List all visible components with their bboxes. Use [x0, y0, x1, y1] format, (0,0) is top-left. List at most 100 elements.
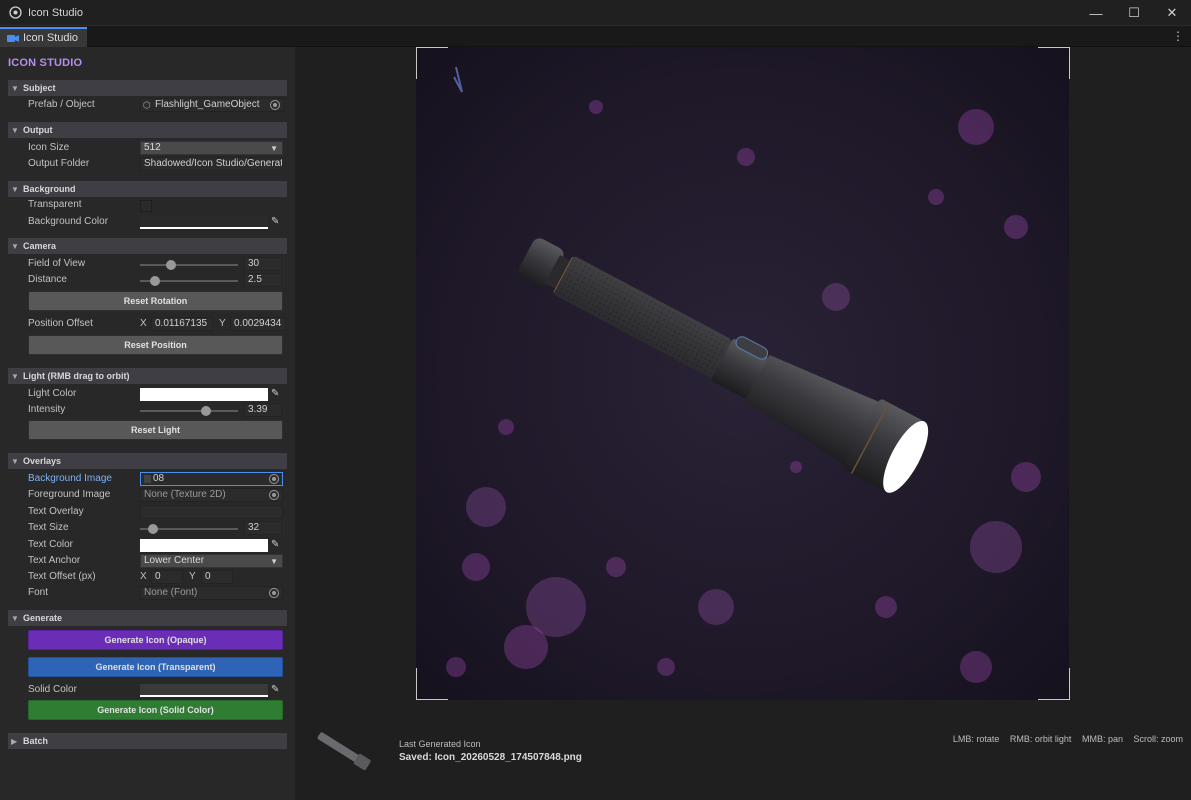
minimize-button[interactable]: —	[1077, 0, 1115, 26]
text-color-label: Text Color	[28, 539, 74, 550]
text-anchor-label: Text Anchor	[28, 555, 81, 566]
text-overlay-label: Text Overlay	[28, 506, 84, 517]
distance-label: Distance	[28, 274, 67, 285]
distance-slider[interactable]	[140, 276, 238, 286]
solid-color-label: Solid Color	[28, 684, 77, 695]
section-generate[interactable]: ▼ Generate	[8, 610, 287, 626]
panel-title: ICON STUDIO	[8, 57, 83, 69]
text-offset-label: Text Offset (px)	[28, 571, 96, 582]
text-overlay-field[interactable]	[140, 505, 283, 519]
generate-opaque-button[interactable]: Generate Icon (Opaque)	[28, 630, 283, 650]
crop-corner-top-right	[1038, 47, 1070, 79]
section-background[interactable]: ▼ Background	[8, 181, 287, 197]
output-folder-row: Output Folder Shadowed/Icon Studio/Gener…	[28, 157, 286, 173]
flashlight-preview-image	[416, 47, 1069, 700]
offset-x-label: X	[140, 318, 147, 329]
intensity-label: Intensity	[28, 404, 66, 415]
text-offset-x-field[interactable]: 0	[151, 570, 183, 584]
solid-color-row: Solid Color ✎	[28, 683, 286, 699]
object-picker-icon[interactable]	[269, 588, 279, 598]
offset-y-label: Y	[219, 318, 226, 329]
icon-size-dropdown[interactable]: 512 ▼	[140, 141, 283, 155]
object-picker-icon[interactable]	[269, 474, 279, 484]
section-batch-label: Batch	[23, 736, 49, 746]
eyedropper-icon[interactable]: ✎	[271, 216, 283, 228]
foldout-open-icon: ▼	[11, 371, 19, 381]
generate-solid-button[interactable]: Generate Icon (Solid Color)	[28, 700, 283, 720]
text-color-row: Text Color ✎	[28, 538, 286, 554]
reset-position-button[interactable]: Reset Position	[28, 335, 283, 355]
window-title: Icon Studio	[28, 6, 84, 19]
close-button[interactable]: ✕	[1153, 0, 1191, 26]
reset-rotation-button[interactable]: Reset Rotation	[28, 291, 283, 311]
section-batch[interactable]: ▶ Batch	[8, 733, 287, 749]
tab-icon-studio[interactable]: Icon Studio	[0, 27, 87, 47]
text-anchor-dropdown[interactable]: Lower Center ▼	[140, 554, 283, 568]
offset-x-field[interactable]: 0.01167135	[151, 317, 213, 331]
background-image-field[interactable]: 08	[140, 472, 283, 486]
background-image-value: 08	[153, 473, 165, 484]
fov-slider-knob[interactable]	[166, 260, 176, 270]
fov-value-field[interactable]: 30	[244, 257, 282, 271]
intensity-slider-knob[interactable]	[201, 406, 211, 416]
light-color-row: Light Color ✎	[28, 387, 286, 403]
foldout-open-icon: ▼	[11, 456, 19, 466]
foreground-image-field[interactable]: None (Texture 2D)	[140, 488, 283, 502]
section-light[interactable]: ▼ Light (RMB drag to orbit)	[8, 368, 287, 384]
background-color-swatch[interactable]	[140, 216, 268, 229]
text-size-slider-knob[interactable]	[148, 524, 158, 534]
position-offset-label: Position Offset	[28, 318, 93, 329]
foldout-open-icon: ▼	[11, 184, 19, 194]
generate-transparent-button[interactable]: Generate Icon (Transparent)	[28, 657, 283, 677]
section-camera[interactable]: ▼ Camera	[8, 238, 287, 254]
foldout-open-icon: ▼	[11, 125, 19, 135]
text-offset-y-field[interactable]: 0	[201, 570, 233, 584]
app-icon	[8, 6, 22, 20]
distance-value-field[interactable]: 2.5	[244, 273, 282, 287]
intensity-value-field[interactable]: 3.39	[244, 403, 282, 417]
transparent-label: Transparent	[28, 199, 82, 210]
light-color-label: Light Color	[28, 388, 77, 399]
prefab-field[interactable]: ⬡ Flashlight_GameObject	[140, 98, 284, 112]
intensity-row: Intensity 3.39	[28, 403, 286, 419]
section-output[interactable]: ▼ Output	[8, 122, 287, 138]
text-offset-x-label: X	[140, 571, 147, 582]
last-generated-label: Last Generated Icon	[399, 739, 481, 749]
eyedropper-icon[interactable]: ✎	[271, 388, 283, 400]
section-overlays[interactable]: ▼ Overlays	[8, 453, 287, 469]
more-menu-icon[interactable]: ⋮	[1172, 29, 1184, 43]
text-size-slider[interactable]	[140, 524, 238, 534]
distance-slider-knob[interactable]	[150, 276, 160, 286]
solid-color-swatch[interactable]	[140, 684, 268, 697]
maximize-button[interactable]: ☐	[1115, 0, 1153, 26]
eyedropper-icon[interactable]: ✎	[271, 684, 283, 696]
fov-label: Field of View	[28, 258, 86, 269]
transparent-checkbox[interactable]	[140, 200, 152, 212]
fov-slider[interactable]	[140, 260, 238, 270]
light-color-swatch[interactable]	[140, 388, 268, 401]
crop-corner-bottom-left	[416, 668, 448, 700]
window-titlebar: Icon Studio — ☐ ✕	[0, 0, 1191, 26]
object-picker-icon[interactable]	[270, 100, 280, 110]
section-subject[interactable]: ▼ Subject	[8, 80, 287, 96]
intensity-slider[interactable]	[140, 406, 238, 416]
object-picker-icon[interactable]	[269, 490, 279, 500]
text-offset-row: Text Offset (px) X 0 Y 0	[28, 570, 286, 586]
text-size-value-field[interactable]: 32	[244, 521, 282, 535]
hint-lmb: LMB: rotate	[952, 734, 1000, 744]
distance-row: Distance 2.5	[28, 273, 286, 289]
text-color-swatch[interactable]	[140, 539, 268, 552]
offset-y-field[interactable]: 0.0029434	[230, 317, 286, 331]
font-field[interactable]: None (Font)	[140, 586, 283, 600]
camera-icon	[7, 34, 19, 42]
text-size-label: Text Size	[28, 522, 69, 533]
icon-size-value: 512	[144, 142, 161, 153]
transparent-row: Transparent	[28, 198, 286, 214]
icon-size-row: Icon Size 512 ▼	[28, 141, 286, 157]
texture-thumb-icon	[144, 475, 151, 483]
reset-light-button[interactable]: Reset Light	[28, 420, 283, 440]
output-folder-field[interactable]: Shadowed/Icon Studio/Generated	[140, 157, 283, 171]
eyedropper-icon[interactable]: ✎	[271, 539, 283, 551]
section-output-label: Output	[23, 125, 53, 135]
icon-preview[interactable]	[416, 47, 1069, 700]
